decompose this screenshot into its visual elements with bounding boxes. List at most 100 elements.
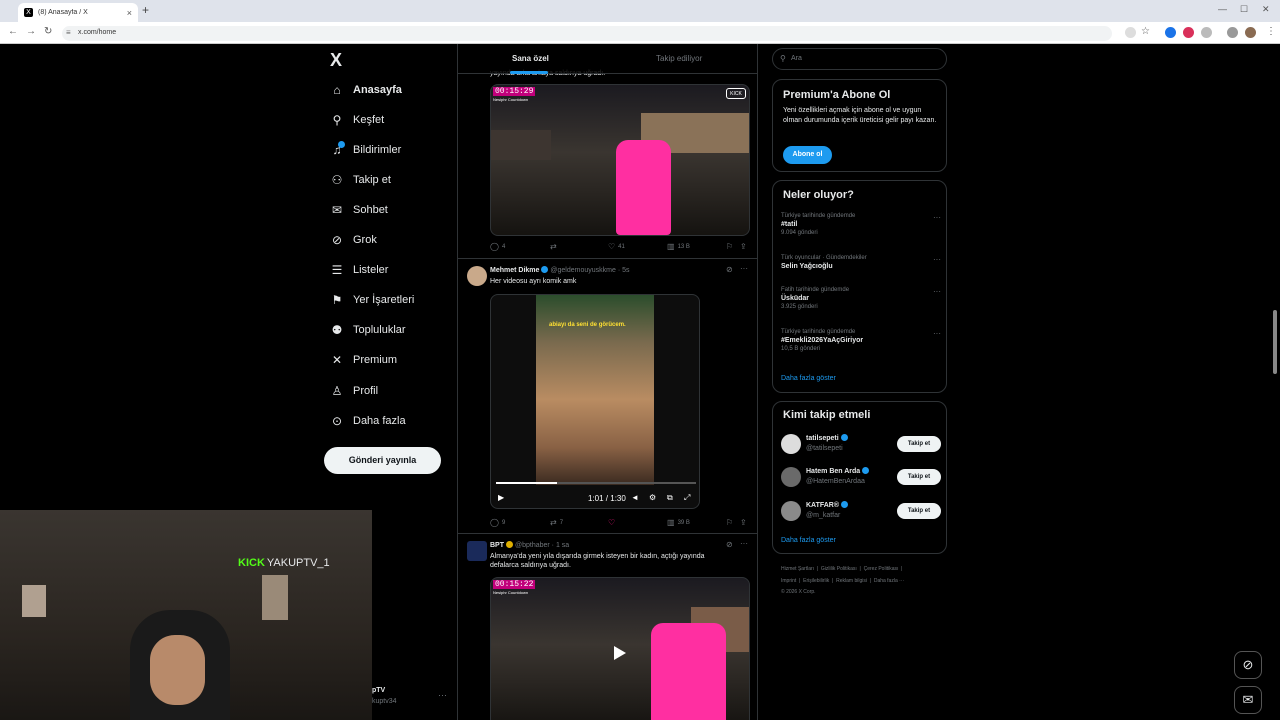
messages-fab-icon[interactable]: ✉: [1234, 686, 1262, 714]
avatar[interactable]: [781, 501, 801, 521]
footer-link[interactable]: Çerez Politikası: [864, 566, 899, 572]
wtf-user[interactable]: tatilsepeti @tatilsepeti Takip et: [781, 433, 941, 455]
more-icon[interactable]: ···: [933, 255, 941, 264]
reply-button[interactable]: ◯ 4: [490, 242, 505, 251]
account-handle[interactable]: kuptv34: [372, 698, 397, 705]
share-button[interactable]: ⇪: [740, 242, 750, 251]
like-button[interactable]: ♡ 41: [608, 242, 625, 251]
more-icon[interactable]: ···: [933, 329, 941, 338]
tweet-video[interactable]: 00:15:22 Nesiphr Countdown: [490, 577, 750, 720]
grok-icon[interactable]: ⊘: [726, 265, 733, 274]
account-more-icon[interactable]: ···: [438, 690, 447, 700]
trend-item[interactable]: Fatih tarihinde gündemde Üsküdar 3.925 g…: [781, 287, 941, 310]
url-field[interactable]: ≡ x.com/home: [62, 26, 1112, 41]
bookmark-button[interactable]: ⚐: [726, 242, 736, 251]
footer-link[interactable]: Hizmet Şartları: [781, 566, 814, 572]
play-icon[interactable]: ▶: [498, 493, 504, 502]
new-tab-button[interactable]: +: [142, 3, 149, 17]
play-icon[interactable]: [614, 646, 626, 660]
trends-show-more[interactable]: Daha fazla göster: [781, 375, 836, 382]
tab-close-icon[interactable]: ×: [127, 8, 132, 18]
nav-item-more[interactable]: ⊙ Daha fazla: [330, 410, 406, 432]
nav-item-home[interactable]: ⌂ Anasayfa: [330, 79, 402, 101]
tweet-video-player[interactable]: abiayı da seni de görücem. ▶ 1:01 / 1:30…: [490, 294, 700, 509]
post-button[interactable]: Gönderi yayınla: [324, 447, 441, 474]
x-logo-icon[interactable]: X: [330, 50, 342, 71]
author-name[interactable]: BPT: [490, 542, 504, 549]
back-icon[interactable]: ←: [8, 26, 18, 37]
wtf-user[interactable]: KATFAR® @m_katfar Takip et: [781, 500, 941, 522]
subscribe-button[interactable]: Abone ol: [783, 146, 832, 164]
author-handle[interactable]: @bpthaber · 1 sa: [515, 542, 569, 549]
forward-icon[interactable]: →: [26, 26, 36, 37]
page-scrollbar[interactable]: [1273, 310, 1277, 374]
wtf-user[interactable]: Hatem Ben Arda @HatemBenArdaa Takip et: [781, 466, 941, 488]
grok-icon[interactable]: ⊘: [726, 540, 733, 549]
trend-item[interactable]: Türkiye tarihinde gündemde #tatil 9.094 …: [781, 213, 941, 236]
footer-link[interactable]: Gizlilik Politikası: [821, 566, 857, 572]
nav-item-communities[interactable]: ⚉ Topluluklar: [330, 319, 406, 341]
trend-item[interactable]: Türkiye tarihinde gündemde #Emekli2026Ya…: [781, 329, 941, 352]
share-button[interactable]: ⇪: [740, 518, 750, 527]
retweet-button[interactable]: ⇄ 7: [550, 518, 563, 527]
author-name[interactable]: Mehmet Dikme: [490, 267, 539, 274]
more-icon[interactable]: ···: [740, 539, 748, 548]
video-progress[interactable]: [496, 482, 696, 484]
follow-button[interactable]: Takip et: [897, 503, 941, 519]
avatar[interactable]: [467, 541, 487, 561]
bookmark-button[interactable]: ⚐: [726, 518, 736, 527]
extension-shield-icon[interactable]: [1183, 27, 1194, 38]
nav-item-explore[interactable]: ⚲ Keşfet: [330, 109, 385, 131]
retweet-button[interactable]: ⇄: [550, 242, 560, 251]
author-handle[interactable]: @geldemouyuskkme · 5s: [550, 267, 629, 274]
nav-item-profile[interactable]: ♙ Profil: [330, 380, 378, 402]
avatar[interactable]: [781, 467, 801, 487]
footer-link[interactable]: Daha fazla ···: [874, 578, 904, 584]
minimize-icon[interactable]: —: [1218, 4, 1227, 14]
window-close-icon[interactable]: ✕: [1262, 4, 1270, 15]
search-input[interactable]: ⚲ Ara: [772, 48, 947, 70]
settings-icon[interactable]: ⚙: [649, 493, 656, 502]
views-button[interactable]: ▥ 13 B: [667, 242, 690, 251]
nav-item-follow[interactable]: ⚇ Takip et: [330, 169, 391, 191]
trend-item[interactable]: Türk oyuncular · Gündemdekiler Selin Yağ…: [781, 255, 941, 270]
browser-menu-icon[interactable]: ⋮: [1266, 26, 1276, 37]
more-icon[interactable]: ···: [740, 264, 748, 273]
nav-item-grok[interactable]: ⊘ Grok: [330, 229, 377, 251]
nav-item-premium[interactable]: ✕ Premium: [330, 349, 397, 371]
tweet-video[interactable]: 00:15:29 Nesiphr Countdown KICK: [490, 84, 750, 236]
more-icon[interactable]: ···: [933, 213, 941, 222]
pip-icon[interactable]: ⧉: [667, 493, 673, 503]
footer-link[interactable]: Imprint: [781, 578, 796, 584]
grok-fab-icon[interactable]: ⊘: [1234, 651, 1262, 679]
profile-avatar-icon[interactable]: [1245, 27, 1256, 38]
maximize-icon[interactable]: ☐: [1240, 4, 1248, 15]
bookmark-star-icon[interactable]: ☆: [1141, 26, 1150, 37]
screen-cast-icon[interactable]: [1125, 27, 1136, 38]
nav-item-bookmarks[interactable]: ⚑ Yer İşaretleri: [330, 289, 415, 311]
footer-link[interactable]: Reklam bilgisi: [836, 578, 867, 584]
fullscreen-icon[interactable]: ⤢: [684, 493, 690, 503]
tab-following[interactable]: Takip ediliyor: [656, 54, 702, 63]
volume-icon[interactable]: ◄: [631, 493, 639, 502]
footer-link[interactable]: Erişilebilirlik: [803, 578, 829, 584]
nav-item-chat[interactable]: ✉ Sohbet: [330, 199, 388, 221]
reply-button[interactable]: ◯ 9: [490, 518, 505, 527]
tab-for-you[interactable]: Sana özel: [512, 54, 549, 63]
nav-item-lists[interactable]: ☰ Listeler: [330, 259, 389, 281]
follow-button[interactable]: Takip et: [897, 469, 941, 485]
more-icon[interactable]: ···: [933, 287, 941, 296]
account-name[interactable]: pTV: [372, 687, 385, 694]
wtf-show-more[interactable]: Daha fazla göster: [781, 537, 836, 544]
browser-tab[interactable]: X (8) Anasayfa / X ×: [18, 3, 138, 22]
follow-button[interactable]: Takip et: [897, 436, 941, 452]
media-control-icon[interactable]: [1227, 27, 1238, 38]
avatar[interactable]: [467, 266, 487, 286]
like-button[interactable]: ♡: [608, 518, 618, 527]
extensions-puzzle-icon[interactable]: [1201, 27, 1212, 38]
avatar[interactable]: [781, 434, 801, 454]
views-button[interactable]: ▥ 39 B: [667, 518, 690, 527]
reload-icon[interactable]: ↻: [44, 26, 52, 37]
site-info-icon[interactable]: ≡: [66, 28, 71, 37]
extension-blue-icon[interactable]: [1165, 27, 1176, 38]
